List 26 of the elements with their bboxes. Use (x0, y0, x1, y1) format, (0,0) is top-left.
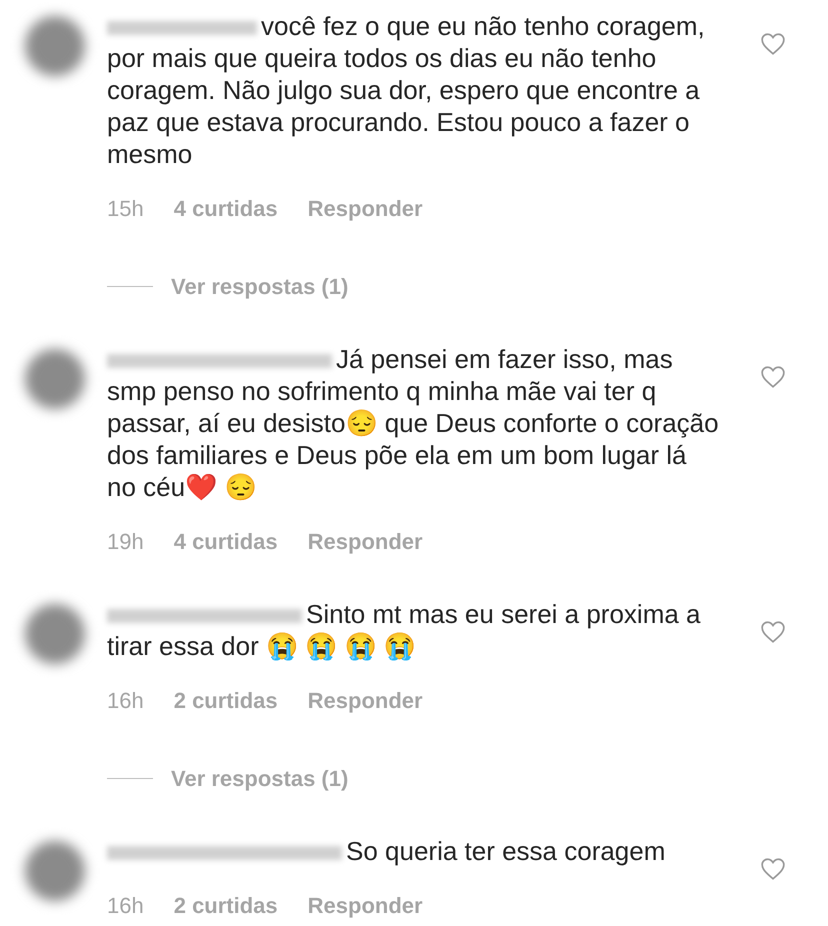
view-replies-link[interactable]: Ver respostas (1) (171, 762, 348, 795)
likes-link[interactable]: 2 curtidas (174, 684, 278, 717)
avatar[interactable] (25, 841, 85, 901)
likes-link[interactable]: 4 curtidas (174, 192, 278, 225)
comment-text: Sinto mt mas eu serei a proxima a tirar essa dor 😭 😭 😭 😭 (107, 598, 702, 662)
avatar[interactable] (25, 349, 85, 409)
heart-icon[interactable] (760, 32, 786, 56)
view-replies-link[interactable]: Ver respostas (1) (171, 270, 348, 303)
heart-icon[interactable] (760, 365, 786, 389)
reply-button[interactable]: Responder (308, 684, 423, 717)
avatar[interactable] (25, 16, 85, 76)
comment-time: 16h (107, 687, 144, 715)
reply-button[interactable]: Responder (308, 525, 423, 558)
comment-time: 16h (107, 892, 144, 920)
comment-text: você fez o que eu não tenho coragem, por mais que queira todos os dias eu não tenho coragem. Não julgo sua dor, espero que encontre a paz que estava procurando. Estou pouco a fazer o mesmo (107, 10, 706, 170)
reply-button[interactable]: Responder (308, 889, 423, 922)
comment-text: Já pensei em fazer isso, mas smp penso no sofrimento q minha mãe vai ter q passar, aí eu desisto😔 que Deus conforte o coração dos familiares e Deus põe ela em um bom lugar lá no céu❤ 😔 (107, 343, 720, 503)
comment-text: So queria ter essa coragem (107, 835, 720, 867)
heart-icon[interactable] (760, 620, 786, 644)
comment-time: 15h (107, 195, 144, 223)
reply-button[interactable]: Responder (308, 192, 423, 225)
likes-link[interactable]: 2 curtidas (174, 889, 278, 922)
comment-time: 19h (107, 528, 144, 556)
likes-link[interactable]: 4 curtidas (174, 525, 278, 558)
heart-icon[interactable] (760, 857, 786, 881)
avatar[interactable] (25, 604, 85, 664)
